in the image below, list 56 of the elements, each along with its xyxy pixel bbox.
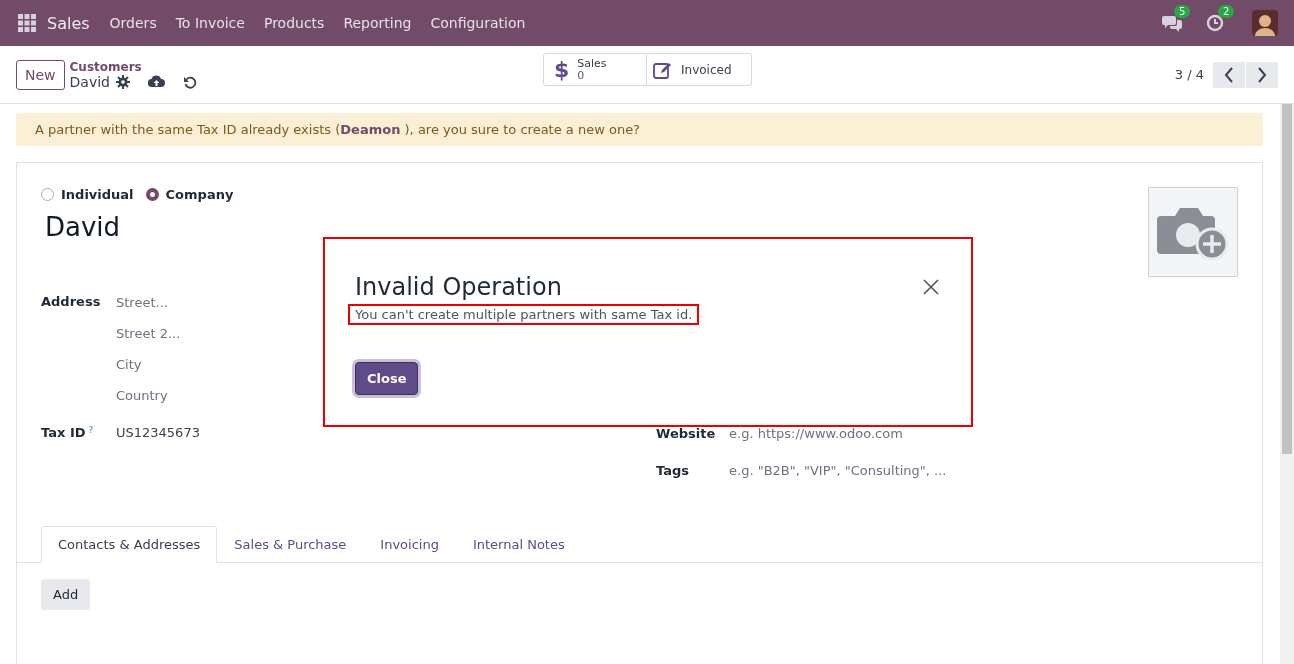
radio-button[interactable] bbox=[41, 188, 54, 201]
address-field[interactable]: Street 2... bbox=[116, 318, 306, 349]
notebook-tab[interactable]: Contacts & Addresses bbox=[41, 526, 218, 563]
smart-button[interactable]: Invoiced bbox=[647, 53, 752, 86]
apps-menu-icon[interactable] bbox=[18, 14, 36, 32]
next-button[interactable] bbox=[1246, 61, 1278, 88]
cloud-upload-icon[interactable] bbox=[147, 75, 165, 88]
chevron-left-icon bbox=[1224, 66, 1234, 83]
help-tooltip[interactable]: ? bbox=[88, 425, 94, 440]
photo-placeholder[interactable] bbox=[1148, 187, 1238, 277]
tax-id-field[interactable]: US12345673 bbox=[116, 425, 200, 440]
partner-name[interactable]: David bbox=[45, 212, 234, 242]
menu-item[interactable]: Products bbox=[263, 15, 325, 31]
partner-link[interactable]: Deamon bbox=[340, 122, 401, 137]
breadcrumb-link[interactable]: Customers bbox=[69, 59, 197, 74]
dialog-message: You can't create multiple partners with same Tax id. bbox=[348, 304, 700, 325]
address-field[interactable]: Country bbox=[116, 380, 306, 411]
app-name[interactable]: Sales bbox=[47, 13, 90, 33]
address-field[interactable]: Street... bbox=[116, 287, 306, 318]
field-label: Website bbox=[656, 426, 717, 441]
close-dialog-button[interactable]: Close bbox=[355, 362, 419, 395]
notebook-tab[interactable]: Invoicing bbox=[363, 526, 456, 563]
radio-label[interactable]: Individual bbox=[61, 187, 134, 202]
add-button[interactable]: Add bbox=[41, 579, 91, 610]
field-label: Tags bbox=[656, 463, 690, 478]
chevron-right-icon bbox=[1257, 66, 1267, 83]
menu-item[interactable]: Reporting bbox=[343, 15, 412, 31]
input-field[interactable]: e.g. "B2B", "VIP", "Consulting", ... bbox=[729, 455, 989, 486]
close-icon bbox=[923, 279, 939, 295]
menu-item[interactable]: Configuration bbox=[430, 15, 526, 31]
message-count-badge: 5 bbox=[1174, 5, 1191, 18]
radio-button[interactable] bbox=[145, 188, 159, 201]
field-label: Address bbox=[41, 294, 102, 311]
warning-message: A partner with the same Tax ID already exists (Deamon ), are you sure to create a new one? bbox=[35, 122, 641, 137]
pager-value: 3 / 4 bbox=[1174, 67, 1204, 82]
undo-icon[interactable] bbox=[182, 74, 197, 89]
field-label: Tax ID bbox=[41, 425, 86, 440]
notebook-tab[interactable]: Internal Notes bbox=[455, 526, 582, 563]
activity-count-badge: 2 bbox=[1218, 5, 1235, 18]
radio-label[interactable]: Company bbox=[165, 187, 234, 202]
close-button[interactable] bbox=[921, 277, 941, 297]
record-name: David bbox=[69, 73, 110, 90]
menu-item[interactable]: Orders bbox=[109, 15, 157, 31]
address-field[interactable]: City bbox=[116, 349, 306, 380]
user-avatar[interactable] bbox=[1252, 10, 1278, 36]
settings-icon[interactable] bbox=[115, 74, 130, 89]
notebook-tab[interactable]: Sales & Purchase bbox=[217, 526, 364, 563]
clock-icon[interactable] bbox=[1206, 14, 1224, 32]
menu-item[interactable]: To Invoice bbox=[175, 15, 245, 31]
chat-icon[interactable] bbox=[1162, 14, 1182, 32]
edit-icon bbox=[653, 60, 673, 79]
scrollbar-thumb[interactable] bbox=[1282, 104, 1292, 454]
input-field[interactable]: e.g. https://www.odoo.com bbox=[729, 418, 989, 449]
new-button[interactable]: New bbox=[16, 59, 65, 90]
previous-button[interactable] bbox=[1213, 61, 1245, 88]
dialog-title: Invalid Operation bbox=[355, 273, 562, 301]
